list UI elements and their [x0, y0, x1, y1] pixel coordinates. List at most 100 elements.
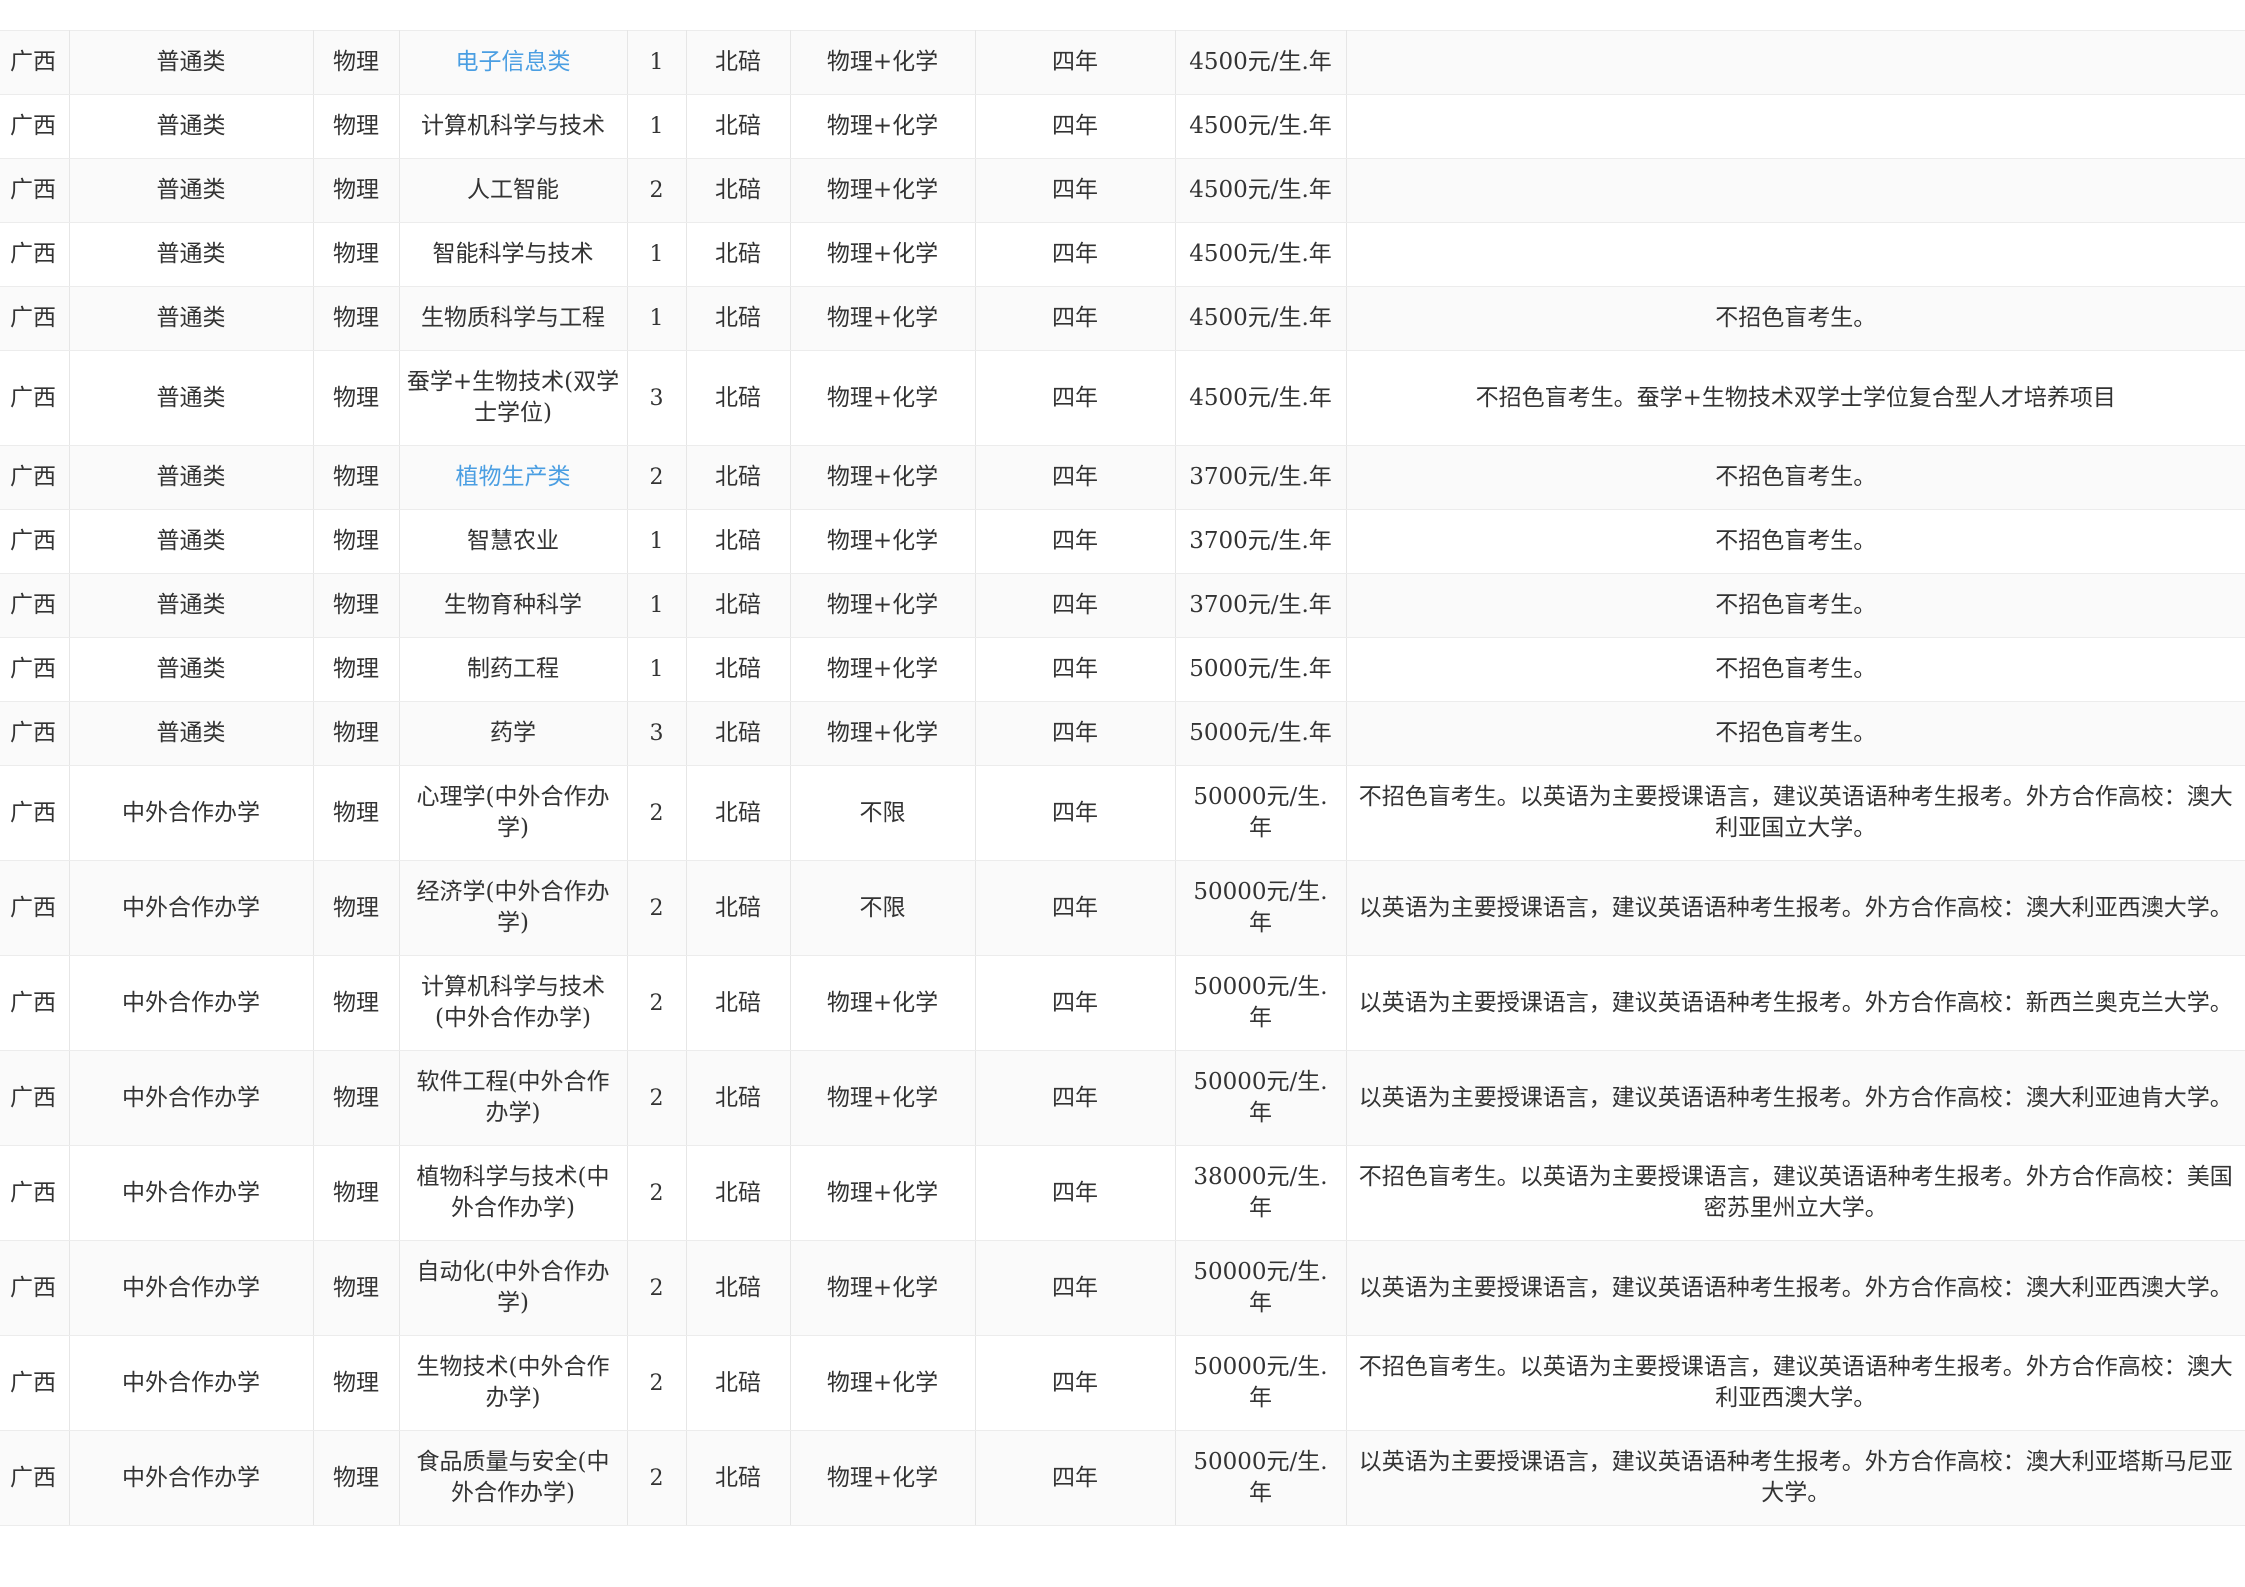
table-row: 广西 中外合作办学 物理 生物技术(中外合作办学) 2 北碚 物理+化学 四年 50000元/生…: [0, 1335, 2245, 1431]
cell-tuition: 50000元/生.年: [1175, 1240, 1347, 1336]
cell-subject-requirement: 物理+化学: [790, 1240, 976, 1336]
cell-plan-count: 3: [627, 701, 687, 766]
cell-major: 电子信息类: [399, 30, 628, 95]
cell-admission-type: 普通类: [69, 701, 314, 766]
cell-note: 以英语为主要授课语言，建议英语语种考生报考。外方合作高校：澳大利亚迪肯大学。: [1346, 1050, 2245, 1146]
cell-subject-requirement: 物理+化学: [790, 1145, 976, 1241]
cell-duration: 四年: [975, 1145, 1176, 1241]
cell-province: 广西: [0, 765, 70, 861]
cell-note: 以英语为主要授课语言，建议英语语种考生报考。外方合作高校：澳大利亚西澳大学。: [1346, 1240, 2245, 1336]
cell-duration: 四年: [975, 350, 1176, 446]
cell-admission-type: 普通类: [69, 509, 314, 574]
cell-subject-requirement: 物理+化学: [790, 158, 976, 223]
cell-campus: 北碚: [686, 158, 791, 223]
cell-note: 不招色盲考生。: [1346, 573, 2245, 638]
cell-subject: 物理: [313, 445, 400, 510]
cell-major: 植物科学与技术(中外合作办学): [399, 1145, 628, 1241]
cell-major: 生物技术(中外合作办学): [399, 1335, 628, 1431]
cell-campus: 北碚: [686, 350, 791, 446]
cell-note: 不招色盲考生。: [1346, 701, 2245, 766]
cell-plan-count: 2: [627, 158, 687, 223]
cell-plan-count: 1: [627, 286, 687, 351]
cell-tuition: 50000元/生.年: [1175, 1430, 1347, 1526]
cell-major: 蚕学+生物技术(双学士学位): [399, 350, 628, 446]
cell-campus: 北碚: [686, 701, 791, 766]
cell-major: 药学: [399, 701, 628, 766]
cell-note: 不招色盲考生。: [1346, 445, 2245, 510]
cell-subject-requirement: 物理+化学: [790, 286, 976, 351]
cell-tuition: 38000元/生.年: [1175, 1145, 1347, 1241]
cell-tuition: 3700元/生.年: [1175, 445, 1347, 510]
cell-tuition: 5000元/生.年: [1175, 701, 1347, 766]
cell-campus: 北碚: [686, 94, 791, 159]
cell-note: [1346, 94, 2245, 159]
cell-duration: 四年: [975, 1335, 1176, 1431]
cell-major: 经济学(中外合作办学): [399, 860, 628, 956]
major-link[interactable]: 电子信息类: [456, 49, 571, 75]
cell-subject: 物理: [313, 765, 400, 861]
cell-campus: 北碚: [686, 860, 791, 956]
cell-campus: 北碚: [686, 637, 791, 702]
cell-province: 广西: [0, 701, 70, 766]
table-row: 广西 普通类 物理 生物质科学与工程 1 北碚 物理+化学 四年 4500元/生.年 不招色盲考生…: [0, 286, 2245, 351]
cell-subject-requirement: 物理+化学: [790, 445, 976, 510]
table-row: 广西 中外合作办学 物理 心理学(中外合作办学) 2 北碚 不限 四年 50000元/生.年 不招…: [0, 765, 2245, 861]
cell-subject-requirement: 物理+化学: [790, 94, 976, 159]
cell-tuition: 50000元/生.年: [1175, 955, 1347, 1051]
cell-major: 自动化(中外合作办学): [399, 1240, 628, 1336]
cell-plan-count: 2: [627, 765, 687, 861]
cell-plan-count: 1: [627, 222, 687, 287]
cell-major: 制药工程: [399, 637, 628, 702]
cell-note: 不招色盲考生。蚕学+生物技术双学士学位复合型人才培养项目: [1346, 350, 2245, 446]
cell-subject: 物理: [313, 350, 400, 446]
cell-plan-count: 1: [627, 573, 687, 638]
cell-subject-requirement: 物理+化学: [790, 509, 976, 574]
cell-campus: 北碚: [686, 955, 791, 1051]
cell-admission-type: 中外合作办学: [69, 1050, 314, 1146]
cell-tuition: 50000元/生.年: [1175, 860, 1347, 956]
cell-tuition: 4500元/生.年: [1175, 222, 1347, 287]
cell-province: 广西: [0, 445, 70, 510]
cell-subject: 物理: [313, 860, 400, 956]
cell-subject: 物理: [313, 1050, 400, 1146]
cell-plan-count: 1: [627, 94, 687, 159]
cell-plan-count: 1: [627, 30, 687, 95]
cell-subject-requirement: 物理+化学: [790, 1430, 976, 1526]
table-row: 广西 普通类 物理 计算机科学与技术 1 北碚 物理+化学 四年 4500元/生.年: [0, 94, 2245, 159]
cell-subject-requirement: 物理+化学: [790, 350, 976, 446]
cell-duration: 四年: [975, 573, 1176, 638]
cell-subject: 物理: [313, 222, 400, 287]
table-row: 广西 普通类 物理 人工智能 2 北碚 物理+化学 四年 4500元/生.年: [0, 158, 2245, 223]
cell-subject: 物理: [313, 701, 400, 766]
cell-duration: 四年: [975, 158, 1176, 223]
cell-campus: 北碚: [686, 30, 791, 95]
cell-subject: 物理: [313, 1335, 400, 1431]
cell-subject: 物理: [313, 286, 400, 351]
cell-subject: 物理: [313, 955, 400, 1051]
cell-campus: 北碚: [686, 445, 791, 510]
cell-campus: 北碚: [686, 1050, 791, 1146]
cell-subject-requirement: 物理+化学: [790, 573, 976, 638]
cell-plan-count: 2: [627, 1050, 687, 1146]
cell-province: 广西: [0, 509, 70, 574]
cell-province: 广西: [0, 30, 70, 95]
cell-admission-type: 普通类: [69, 637, 314, 702]
cell-plan-count: 2: [627, 1240, 687, 1336]
cell-duration: 四年: [975, 94, 1176, 159]
cell-admission-type: 中外合作办学: [69, 1145, 314, 1241]
cell-subject-requirement: 物理+化学: [790, 1335, 976, 1431]
cell-tuition: 4500元/生.年: [1175, 94, 1347, 159]
cell-province: 广西: [0, 860, 70, 956]
cell-duration: 四年: [975, 509, 1176, 574]
cell-tuition: 3700元/生.年: [1175, 573, 1347, 638]
cell-major: 生物育种科学: [399, 573, 628, 638]
cell-duration: 四年: [975, 222, 1176, 287]
table-row: 广西 普通类 物理 药学 3 北碚 物理+化学 四年 5000元/生.年 不招色盲考生。: [0, 701, 2245, 766]
table-row: 广西 中外合作办学 物理 经济学(中外合作办学) 2 北碚 不限 四年 50000元/生.年 以英…: [0, 860, 2245, 956]
cell-duration: 四年: [975, 1050, 1176, 1146]
cell-admission-type: 中外合作办学: [69, 955, 314, 1051]
cell-admission-type: 中外合作办学: [69, 1430, 314, 1526]
major-link[interactable]: 植物生产类: [456, 464, 571, 490]
cell-province: 广西: [0, 158, 70, 223]
table-row: 广西 普通类 物理 智能科学与技术 1 北碚 物理+化学 四年 4500元/生.年: [0, 222, 2245, 287]
